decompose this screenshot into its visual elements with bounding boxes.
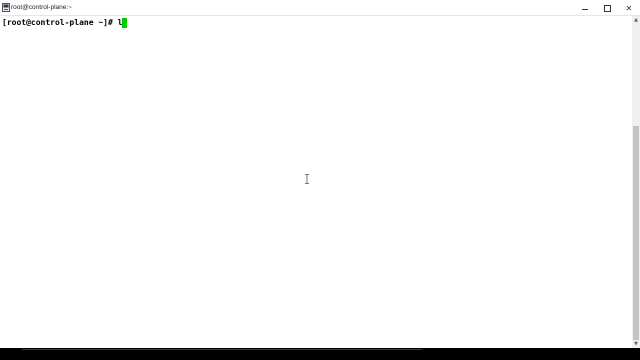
text-cursor: [122, 18, 128, 28]
terminal-output-area[interactable]: [root@control-plane ~]# l: [0, 16, 632, 348]
close-button[interactable]: ✕: [618, 2, 640, 14]
terminal-app-icon[interactable]: [2, 3, 10, 12]
maximize-icon: [603, 4, 611, 12]
scrollbar-thumb[interactable]: [633, 126, 639, 340]
window-titlebar[interactable]: root@control-plane:~ ✕: [0, 0, 640, 16]
vertical-scrollbar[interactable]: ▲ ▼: [632, 16, 640, 348]
ibeam-cursor-icon: [305, 174, 309, 184]
scroll-down-arrow-icon[interactable]: ▼: [632, 340, 640, 348]
window-title: root@control-plane:~: [11, 4, 72, 11]
minimize-icon: [582, 9, 588, 10]
bottom-divider: [22, 349, 422, 350]
close-icon: ✕: [625, 3, 633, 13]
minimize-button[interactable]: [574, 2, 596, 14]
command-line[interactable]: [root@control-plane ~]# l: [2, 18, 128, 28]
maximize-button[interactable]: [596, 2, 618, 14]
shell-prompt: [root@control-plane ~]#: [2, 18, 118, 27]
scroll-up-arrow-icon[interactable]: ▲: [632, 16, 640, 24]
